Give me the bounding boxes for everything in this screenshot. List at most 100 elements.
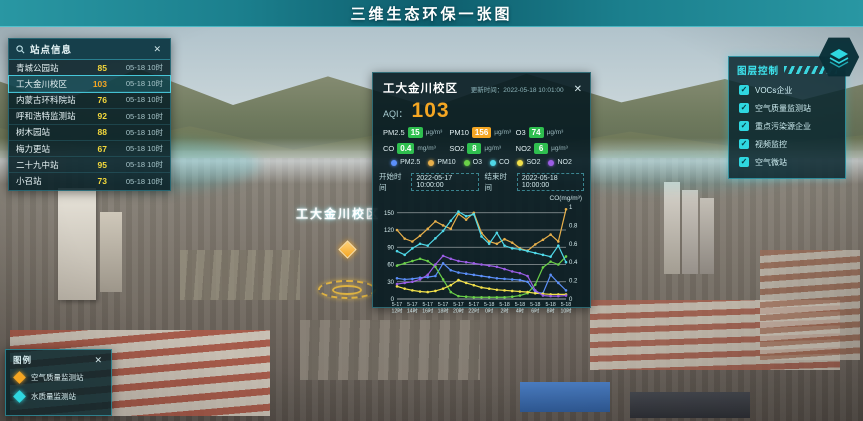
series-dot-icon	[548, 160, 554, 166]
svg-text:0.2: 0.2	[569, 279, 578, 285]
air-station-icon	[13, 371, 26, 384]
start-time-input[interactable]: 2022-05-17 10:00:00	[411, 173, 478, 191]
svg-text:5-1720时: 5-1720时	[453, 302, 464, 315]
station-row[interactable]: 树木园站 88 05-18 10时	[9, 125, 170, 141]
svg-text:5-180时: 5-180时	[484, 302, 494, 315]
legend-item-O3[interactable]: O3	[464, 159, 482, 166]
update-time: 更新时间：2022-05-18 10:01:00	[464, 84, 564, 94]
series-dot-icon	[517, 160, 523, 166]
legend-item-PM10[interactable]: PM10	[428, 159, 455, 166]
pollutant-trend-chart: 00300.2600.4900.61200.815015-1712时5-1714…	[373, 202, 590, 325]
station-billboard-label[interactable]: 工大金川校区	[296, 205, 380, 222]
station-aqi: 73	[85, 176, 107, 186]
marker-halo-ring-inner	[332, 285, 362, 295]
legend-item-NO2[interactable]: NO2	[548, 159, 571, 166]
pollutant-item: PM2.5 15 µg/m³	[383, 127, 449, 138]
layer-item-micro-stations[interactable]: ✓ 空气微站	[729, 153, 845, 171]
legend-item-SO2[interactable]: SO2	[517, 159, 540, 166]
svg-text:5-1712时: 5-1712时	[392, 302, 403, 315]
station-name: 呼和浩特监测站	[16, 110, 85, 122]
layer-item-pollution-sources[interactable]: ✓ 重点污染源企业	[729, 117, 845, 135]
pollutant-item: SO2 8 µg/m³	[449, 143, 515, 154]
map-legend-panel: 图例 ✕ 空气质量监测站 水质量监测站	[5, 349, 112, 416]
end-time-input[interactable]: 2022-05-18 10:00:00	[517, 173, 584, 191]
station-row[interactable]: 内蒙古环科院站 76 05-18 10时	[9, 92, 170, 108]
layer-label: 视频监控	[755, 139, 787, 150]
legend-item-air-station: 空气质量监测站	[6, 368, 111, 387]
layers-icon	[827, 45, 851, 69]
svg-text:5-1716时: 5-1716时	[422, 302, 433, 315]
station-row-selected[interactable]: 工大金川校区 103 05-18 10时	[9, 76, 170, 92]
series-dot-icon	[490, 160, 496, 166]
station-name: 内蒙古环科院站	[16, 94, 85, 106]
water-station-icon	[13, 390, 26, 403]
station-time: 05-18 10时	[107, 127, 163, 138]
station-name: 二十九中站	[16, 159, 85, 171]
series-dot-icon	[428, 160, 434, 166]
layer-item-vocs[interactable]: ✓ VOCs企业	[729, 81, 845, 99]
svg-text:5-1718时: 5-1718时	[438, 302, 449, 315]
svg-text:1: 1	[569, 205, 573, 211]
layers-toggle-button[interactable]	[818, 36, 860, 78]
end-time-label: 结束时间	[485, 171, 511, 193]
station-time: 05-18 10时	[107, 62, 163, 73]
station-row[interactable]: 小召站 73 05-18 10时	[9, 173, 170, 189]
svg-text:5-186时: 5-186时	[530, 302, 540, 315]
svg-text:0.4: 0.4	[569, 260, 578, 266]
checkbox-checked[interactable]: ✓	[739, 85, 749, 95]
station-aqi: 95	[85, 160, 107, 170]
layer-item-air-stations[interactable]: ✓ 空气质量监测站	[729, 99, 845, 117]
close-icon[interactable]: ✕	[151, 44, 163, 55]
layer-label: 重点污染源企业	[755, 121, 811, 132]
legend-item-PM2.5[interactable]: PM2.5	[391, 159, 420, 166]
svg-text:30: 30	[387, 280, 394, 286]
station-aqi: 67	[85, 144, 107, 154]
checkbox-checked[interactable]: ✓	[739, 139, 749, 149]
station-aqi: 103	[85, 79, 107, 89]
layer-label: 空气质量监测站	[755, 103, 811, 114]
series-dot-icon	[464, 160, 470, 166]
station-row[interactable]: 二十九中站 95 05-18 10时	[9, 157, 170, 173]
station-time: 05-18 10时	[107, 159, 163, 170]
svg-text:5-184时: 5-184时	[515, 302, 525, 315]
station-aqi: 76	[85, 95, 107, 105]
station-time: 05-18 10时	[107, 176, 163, 187]
layer-label: 空气微站	[755, 157, 787, 168]
checkbox-checked[interactable]: ✓	[739, 103, 749, 113]
station-time: 05-18 10时	[107, 143, 163, 154]
station-time: 05-18 10时	[107, 78, 163, 89]
svg-text:60: 60	[387, 263, 394, 269]
station-aqi: 88	[85, 127, 107, 137]
pollutant-item: NO2 6 µg/m³	[516, 143, 582, 154]
svg-text:5-1722时: 5-1722时	[468, 302, 479, 315]
close-icon[interactable]: ✕	[574, 84, 582, 95]
page-title: 三维生态环保一张图	[350, 3, 512, 24]
station-name: 工大金川校区	[16, 78, 85, 90]
popup-title: 工大金川校区	[383, 80, 458, 96]
legend-item-CO[interactable]: CO	[490, 159, 510, 166]
layer-label: VOCs企业	[755, 85, 792, 96]
checkbox-checked[interactable]: ✓	[739, 157, 749, 167]
svg-text:5-188时: 5-188时	[545, 302, 555, 315]
station-detail-popup: 工大金川校区 更新时间：2022-05-18 10:01:00 ✕ AQI： 1…	[372, 72, 591, 308]
pollutant-legend: PM2.5 PM10 O3 CO SO2 NO2	[373, 157, 590, 168]
station-name: 梅力更站	[16, 143, 85, 155]
checkbox-checked[interactable]: ✓	[739, 121, 749, 131]
layer-item-video[interactable]: ✓ 视频监控	[729, 135, 845, 153]
station-row[interactable]: 呼和浩特监测站 92 05-18 10时	[9, 109, 170, 125]
pollutant-item: O3 74 µg/m³	[516, 127, 582, 138]
svg-text:150: 150	[384, 211, 395, 217]
station-name: 小召站	[16, 175, 85, 187]
right-axis-title: CO(mg/m³)	[373, 194, 590, 202]
station-name: 树木园站	[16, 126, 85, 138]
station-name: 青城公园站	[16, 62, 85, 74]
station-row[interactable]: 梅力更站 67 05-18 10时	[9, 141, 170, 157]
close-icon[interactable]: ✕	[92, 355, 104, 366]
station-time: 05-18 10时	[107, 111, 163, 122]
legend-item-water-station: 水质量监测站	[6, 387, 111, 406]
app-header: 三维生态环保一张图	[0, 0, 863, 27]
station-row[interactable]: 青城公园站 85 05-18 10时	[9, 60, 170, 76]
station-panel-header: 站点信息 ✕	[9, 39, 170, 60]
search-icon	[16, 45, 25, 54]
svg-text:0.6: 0.6	[569, 242, 578, 248]
